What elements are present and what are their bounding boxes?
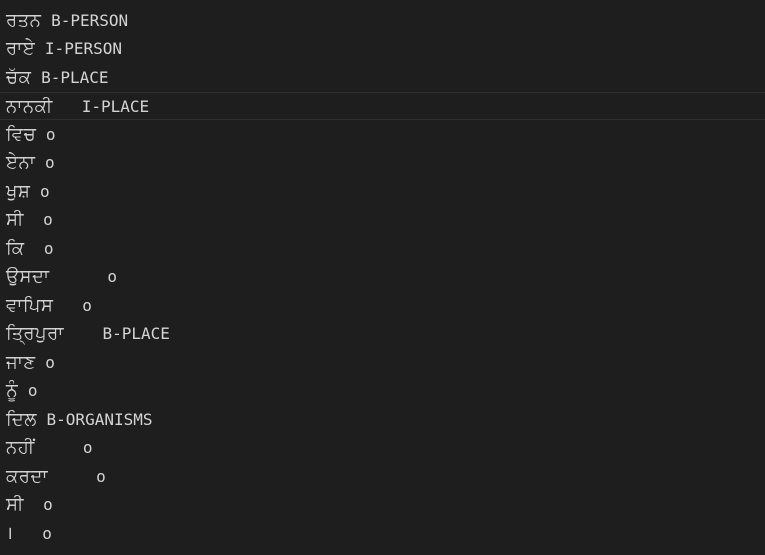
line-tag: o: [45, 125, 56, 144]
line-tag: o: [107, 267, 118, 286]
line-token: ਤ੍ਰਿਪੁਰਾ: [6, 323, 64, 344]
editor-line: ਜਾਣ o: [6, 349, 55, 377]
line-token: ਖੁਸ਼: [6, 181, 31, 202]
line-separator: [35, 153, 45, 172]
line-tag: o: [82, 296, 92, 315]
line-tag: B-PLACE: [102, 324, 170, 343]
line-tag: o: [45, 353, 55, 372]
editor-line: ਚੱਕ B-PLACE: [6, 64, 109, 92]
line-token: ਰਤਨ: [6, 10, 42, 31]
editor-line: ਵਾਪਿਸ o: [6, 292, 92, 320]
line-token: ਸੀ: [6, 209, 24, 230]
line-separator: [35, 39, 45, 58]
editor-line: ਸੀ o: [6, 491, 53, 519]
editor-line: ਉਸਦਾ o: [6, 263, 117, 291]
line-tag: o: [82, 438, 93, 457]
line-separator: [35, 438, 83, 457]
line-separator: [64, 324, 103, 343]
line-separator: [37, 410, 47, 429]
line-tag: o: [45, 153, 55, 172]
line-separator: [41, 11, 51, 30]
line-separator: [36, 125, 46, 144]
line-separator: [30, 182, 40, 201]
line-token: ਰਾਏ: [6, 38, 36, 59]
line-tag: B-PLACE: [41, 68, 109, 87]
line-separator: [36, 353, 46, 372]
line-separator: [53, 97, 82, 116]
line-separator: [13, 524, 42, 543]
line-tag: o: [27, 381, 38, 400]
line-tag: o: [96, 467, 106, 486]
line-token: ਕਿ: [6, 238, 25, 259]
editor-line: ਕਿ o: [6, 235, 53, 263]
editor-line: ਏਨਾ o: [6, 149, 55, 177]
editor-line: ਵਿਚ o: [6, 121, 55, 149]
editor-line: । o: [6, 520, 52, 548]
line-token: ਵਿਚ: [6, 124, 37, 145]
line-token: ਜਾਣ: [6, 352, 36, 373]
line-token: ਨਹੀਂ: [6, 437, 35, 458]
line-separator: [48, 467, 96, 486]
line-separator: [24, 210, 43, 229]
line-token: ਸੀ: [6, 494, 24, 515]
line-separator: [24, 495, 43, 514]
line-token: ਦਿਲ: [6, 409, 37, 430]
editor-line: ਨਹੀਂ o: [6, 434, 93, 462]
editor-line: ਕਰਦਾ o: [6, 463, 106, 491]
line-token: ਨਾਨਕੀ: [6, 96, 53, 117]
line-token: ਕਰਦਾ: [6, 466, 48, 487]
line-tag: o: [42, 524, 52, 543]
line-separator: [25, 239, 44, 258]
line-token: ਨੂੰ: [6, 380, 19, 401]
line-token: ਏਨਾ: [6, 152, 36, 173]
line-tag: o: [40, 182, 50, 201]
text-editor[interactable]: ਰਤਨ B-PERSON ਰਾਏ I-PERSON ਚੱਕ B-PLACE ਨਾ…: [0, 0, 765, 555]
editor-line: ਰਤਨ B-PERSON: [6, 7, 128, 35]
editor-line: ਰਾਏ I-PERSON: [6, 35, 122, 63]
line-token: ਵਾਪਿਸ: [6, 295, 54, 316]
line-separator: [53, 296, 82, 315]
line-tag: o: [43, 239, 54, 258]
line-tag: I-PLACE: [81, 97, 150, 116]
line-separator: [31, 68, 41, 87]
editor-line: ਤ੍ਰਿਪੁਰਾ B-PLACE: [6, 320, 170, 348]
line-tag: o: [43, 210, 53, 229]
line-separator: [18, 381, 28, 400]
line-token: ਚੱਕ: [6, 67, 32, 88]
line-tag: B-PERSON: [51, 11, 129, 30]
editor-line: ਸੀ o: [6, 206, 53, 234]
line-tag: B-ORGANISMS: [46, 410, 153, 429]
line-tag: o: [43, 495, 53, 514]
line-tag: I-PERSON: [44, 39, 122, 58]
editor-line: ਦਿਲ B-ORGANISMS: [6, 406, 153, 434]
line-separator: [50, 267, 108, 286]
line-token: ਉਸਦਾ: [6, 266, 50, 287]
editor-line: ਖੁਸ਼ o: [6, 178, 50, 206]
editor-current-line: ਨਾਨਕੀ I-PLACE: [0, 92, 765, 120]
editor-line: ਨੂੰ o: [6, 377, 37, 405]
